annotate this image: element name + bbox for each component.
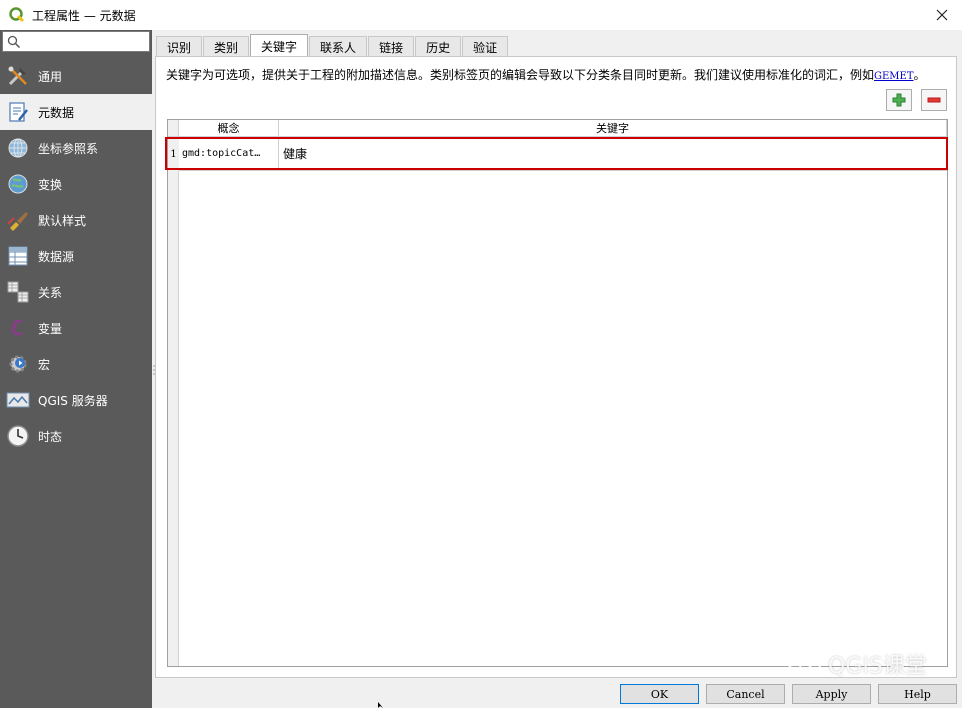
- close-button[interactable]: [930, 4, 954, 26]
- wrench-hammer-icon: [5, 63, 31, 89]
- sidebar-nav: 通用 元数据 坐标参照系 变换 默认样式 数据源 关系 变量 宏 QGIS 服务…: [0, 58, 152, 454]
- column-header-concept[interactable]: 概念: [179, 120, 279, 137]
- tab-categories[interactable]: 类别: [203, 36, 250, 57]
- search-icon: [7, 35, 21, 49]
- sidebar-item-label: QGIS 服务器: [38, 393, 108, 408]
- paintbrush-icon: [5, 207, 31, 233]
- epsilon-icon: [5, 315, 31, 341]
- table-icon: [5, 243, 31, 269]
- tab-keywords[interactable]: 关键字: [250, 34, 309, 57]
- tab-links[interactable]: 链接: [368, 36, 415, 57]
- sidebar-item-variables[interactable]: 变量: [0, 310, 152, 346]
- sidebar-item-label: 变换: [38, 177, 63, 192]
- description-end: 。: [913, 68, 926, 82]
- description-text: 关键字为可选项，提供关于工程的附加描述信息。类别标签页的编辑会导致以下分类条目同…: [166, 68, 875, 82]
- gear-play-icon: [5, 351, 31, 377]
- clock-icon: [5, 423, 31, 449]
- sidebar-item-metadata[interactable]: 元数据: [0, 94, 152, 130]
- cancel-button[interactable]: Cancel: [706, 684, 785, 704]
- sidebar-item-relations[interactable]: 关系: [0, 274, 152, 310]
- plus-icon: [892, 93, 906, 107]
- globe-transform-icon: [5, 171, 31, 197]
- tab-bar: 识别 类别 关键字 联系人 链接 历史 验证: [156, 34, 509, 57]
- mouse-cursor-icon: [378, 702, 383, 708]
- gemet-link[interactable]: GEMET: [874, 71, 914, 82]
- globe-grid-icon: [5, 135, 31, 161]
- sidebar-item-label: 时态: [38, 429, 63, 444]
- sidebar-item-macros[interactable]: 宏: [0, 346, 152, 382]
- sidebar-item-transform[interactable]: 变换: [0, 166, 152, 202]
- column-header-keywords[interactable]: 关键字: [279, 120, 947, 137]
- highlight-box: [165, 137, 948, 170]
- sidebar-item-label: 宏: [38, 357, 51, 372]
- sidebar-item-label: 默认样式: [38, 213, 87, 228]
- sidebar-item-label: 元数据: [38, 105, 75, 120]
- title-bar: 工程属性 — 元数据: [0, 0, 962, 30]
- ok-button[interactable]: OK: [620, 684, 699, 704]
- remove-keyword-button[interactable]: [921, 89, 947, 111]
- tab-history[interactable]: 历史: [415, 36, 462, 57]
- sidebar-item-temporal[interactable]: 时态: [0, 418, 152, 454]
- row-header-column: [168, 137, 179, 666]
- minus-icon: [927, 97, 941, 103]
- search-input[interactable]: [2, 31, 150, 52]
- sidebar-item-qgis-server[interactable]: QGIS 服务器: [0, 382, 152, 418]
- keywords-table: 概念 关键字 1 gmd:topicCat… 健康: [167, 119, 948, 667]
- sidebar-item-label: 数据源: [38, 249, 75, 264]
- window-title: 工程属性 — 元数据: [32, 8, 136, 23]
- sidebar-item-label: 坐标参照系: [38, 141, 99, 156]
- watermark: QGIS课堂: [786, 648, 927, 680]
- metadata-edit-icon: [5, 99, 31, 125]
- table-corner[interactable]: [168, 120, 179, 137]
- sidebar-item-label: 通用: [38, 69, 63, 84]
- relations-icon: [5, 279, 31, 305]
- sidebar-item-general[interactable]: 通用: [0, 58, 152, 94]
- keywords-description: 关键字为可选项，提供关于工程的附加描述信息。类别标签页的编辑会导致以下分类条目同…: [166, 66, 926, 83]
- help-button[interactable]: Help: [878, 684, 957, 704]
- sidebar-item-label: 变量: [38, 321, 63, 336]
- qgis-logo-icon: [9, 7, 25, 23]
- server-map-icon: [5, 387, 31, 413]
- sidebar: 通用 元数据 坐标参照系 变换 默认样式 数据源 关系 变量 宏 QGIS 服务…: [0, 30, 152, 708]
- tab-identification[interactable]: 识别: [156, 36, 203, 57]
- tab-validation[interactable]: 验证: [462, 36, 509, 57]
- sidebar-item-label: 关系: [38, 285, 63, 300]
- wechat-icon: [787, 650, 821, 677]
- sidebar-item-data-sources[interactable]: 数据源: [0, 238, 152, 274]
- add-keyword-button[interactable]: [886, 89, 912, 111]
- watermark-text: QGIS课堂: [828, 654, 927, 679]
- close-icon: [936, 9, 948, 21]
- sidebar-item-crs[interactable]: 坐标参照系: [0, 130, 152, 166]
- sidebar-item-default-styles[interactable]: 默认样式: [0, 202, 152, 238]
- tab-contacts[interactable]: 联系人: [309, 36, 368, 57]
- apply-button[interactable]: Apply: [792, 684, 871, 704]
